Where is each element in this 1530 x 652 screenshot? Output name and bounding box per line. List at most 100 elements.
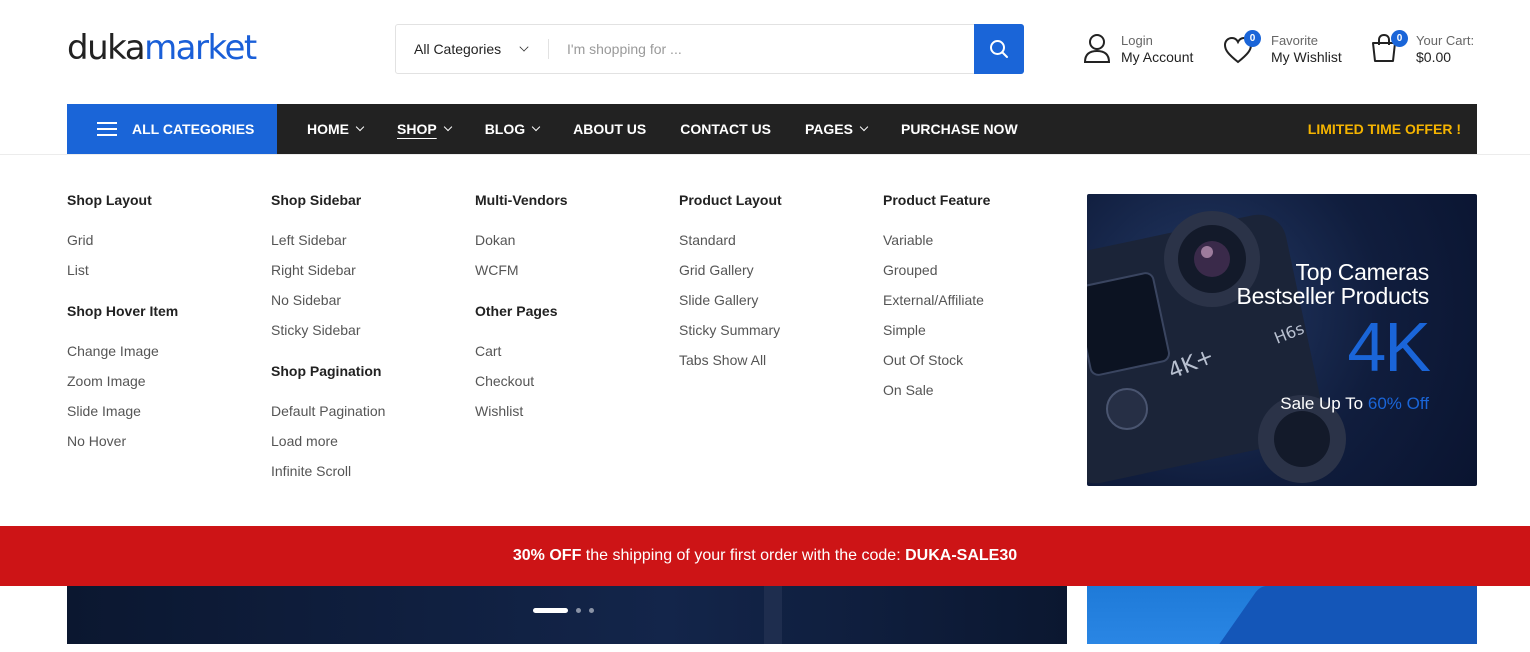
wishlist-link[interactable]: 0 Favorite My Wishlist: [1223, 30, 1342, 65]
all-categories-label: ALL CATEGORIES: [132, 121, 255, 137]
user-icon: [1083, 33, 1113, 65]
mega-col-3: Multi-Vendors Dokan WCFM Other Pages Car…: [475, 190, 568, 431]
account-link[interactable]: Login My Account: [1083, 33, 1193, 65]
group-shop-hover: Shop Hover Item Change Image Zoom Image …: [67, 301, 178, 461]
chevron-down-icon: [443, 122, 452, 132]
main-nav: ALL CATEGORIES HOME SHOP BLOG ABOUT US C…: [67, 104, 1477, 154]
group-title: Shop Hover Item: [67, 303, 179, 319]
chevron-down-icon: [519, 42, 529, 52]
nav-item-about-us[interactable]: ABOUT US: [573, 121, 646, 137]
slider-image-detail: [764, 586, 782, 644]
menu-link[interactable]: Load more: [271, 431, 385, 461]
cart-count-badge: 0: [1391, 30, 1408, 47]
mega-col-5: Product Feature Variable Grouped Externa…: [883, 190, 990, 410]
menu-link[interactable]: Sticky Summary: [679, 320, 782, 350]
search-bar: All Categories: [395, 24, 1024, 74]
menu-link[interactable]: Infinite Scroll: [271, 461, 385, 491]
promo-bar: 30% OFF the shipping of your first order…: [0, 526, 1530, 586]
menu-link[interactable]: Tabs Show All: [679, 350, 782, 380]
search-input[interactable]: [549, 25, 974, 73]
group-title: Shop Pagination: [271, 363, 382, 379]
menu-link[interactable]: On Sale: [883, 380, 990, 410]
menu-link[interactable]: WCFM: [475, 260, 568, 290]
group-title: Product Feature: [883, 192, 991, 208]
cart-total: $0.00: [1416, 49, 1452, 65]
menu-link[interactable]: Zoom Image: [67, 371, 178, 401]
category-select[interactable]: All Categories: [396, 25, 548, 73]
banner-title: Top Cameras Bestseller Products: [1236, 259, 1430, 309]
account-big: My Account: [1121, 49, 1194, 65]
limited-offer-link[interactable]: LIMITED TIME OFFER !: [1308, 121, 1461, 137]
chevron-down-icon: [859, 122, 869, 132]
group-multi-vendors: Multi-Vendors Dokan WCFM: [475, 190, 568, 290]
nav-item-shop[interactable]: SHOP: [397, 121, 452, 137]
mega-col-4: Product Layout Standard Grid Gallery Sli…: [679, 190, 782, 380]
search-icon: [990, 40, 1008, 58]
chevron-down-icon: [531, 122, 541, 132]
mega-col-1: Shop Layout Grid List Shop Hover Item Ch…: [67, 190, 178, 461]
menu-link[interactable]: Cart: [475, 341, 568, 371]
hamburger-icon: [97, 122, 117, 136]
laptop-promo-banner[interactable]: [1087, 586, 1477, 644]
group-shop-sidebar: Shop Sidebar Left Sidebar Right Sidebar …: [271, 190, 385, 350]
mega-col-2: Shop Sidebar Left Sidebar Right Sidebar …: [271, 190, 385, 491]
cart-link[interactable]: 0 Your Cart: $0.00: [1370, 30, 1475, 65]
menu-link[interactable]: Wishlist: [475, 401, 568, 431]
site-header: dukamarket All Categories Login My Accou…: [0, 0, 1530, 104]
menu-link[interactable]: No Hover: [67, 431, 178, 461]
menu-link[interactable]: Grid: [67, 230, 178, 260]
menu-link[interactable]: Grouped: [883, 260, 990, 290]
wishlist-small: Favorite: [1271, 33, 1318, 48]
slider-dot[interactable]: [589, 608, 594, 613]
wishlist-count-badge: 0: [1244, 30, 1261, 47]
menu-link[interactable]: Slide Gallery: [679, 290, 782, 320]
menu-link[interactable]: Default Pagination: [271, 401, 385, 431]
group-shop-pagination: Shop Pagination Default Pagination Load …: [271, 361, 385, 491]
account-small: Login: [1121, 33, 1153, 48]
group-other-pages: Other Pages Cart Checkout Wishlist: [475, 301, 568, 431]
menu-link[interactable]: Checkout: [475, 371, 568, 401]
all-categories-button[interactable]: ALL CATEGORIES: [67, 104, 277, 154]
menu-link[interactable]: Out Of Stock: [883, 350, 990, 380]
menu-link[interactable]: Grid Gallery: [679, 260, 782, 290]
menu-link[interactable]: Dokan: [475, 230, 568, 260]
nav-item-contact-us[interactable]: CONTACT US: [680, 121, 771, 137]
camera-promo-banner[interactable]: 4K+ H6s Top Cameras Bestseller Products …: [1087, 194, 1477, 486]
slider-dots: [533, 608, 594, 613]
group-title: Shop Layout: [67, 192, 152, 208]
group-title: Shop Sidebar: [271, 192, 362, 208]
menu-link[interactable]: Right Sidebar: [271, 260, 385, 290]
slider-dot[interactable]: [576, 608, 581, 613]
cart-small: Your Cart:: [1416, 33, 1475, 48]
menu-link[interactable]: No Sidebar: [271, 290, 385, 320]
group-shop-layout: Shop Layout Grid List: [67, 190, 178, 290]
hero-slider[interactable]: [67, 586, 1067, 644]
nav-divider: [0, 154, 1530, 155]
group-product-feature: Product Feature Variable Grouped Externa…: [883, 190, 990, 410]
nav-item-purchase-now[interactable]: PURCHASE NOW: [901, 121, 1018, 137]
group-title: Other Pages: [475, 303, 558, 319]
cart-icon: 0: [1370, 30, 1408, 65]
site-logo[interactable]: dukamarket: [67, 28, 257, 68]
menu-link[interactable]: Left Sidebar: [271, 230, 385, 260]
menu-link[interactable]: Change Image: [67, 341, 178, 371]
nav-item-pages[interactable]: PAGES: [805, 121, 869, 137]
menu-link[interactable]: Variable: [883, 230, 990, 260]
menu-link[interactable]: Sticky Sidebar: [271, 320, 385, 350]
wishlist-big: My Wishlist: [1271, 49, 1342, 65]
nav-item-blog[interactable]: BLOG: [485, 121, 541, 137]
menu-link[interactable]: List: [67, 260, 178, 290]
group-title: Multi-Vendors: [475, 192, 568, 208]
laptop-image: [1203, 586, 1477, 644]
group-title: Product Layout: [679, 192, 782, 208]
heart-icon: 0: [1223, 30, 1261, 65]
menu-link[interactable]: Slide Image: [67, 401, 178, 431]
banner-sale-text: Sale Up To 60% Off: [1280, 394, 1429, 413]
menu-link[interactable]: Standard: [679, 230, 782, 260]
slider-dot-active[interactable]: [533, 608, 568, 613]
menu-link[interactable]: External/Affiliate: [883, 290, 990, 320]
banner-4k-text: 4K: [1347, 308, 1431, 386]
nav-item-home[interactable]: HOME: [307, 121, 365, 137]
search-button[interactable]: [974, 24, 1024, 74]
menu-link[interactable]: Simple: [883, 320, 990, 350]
